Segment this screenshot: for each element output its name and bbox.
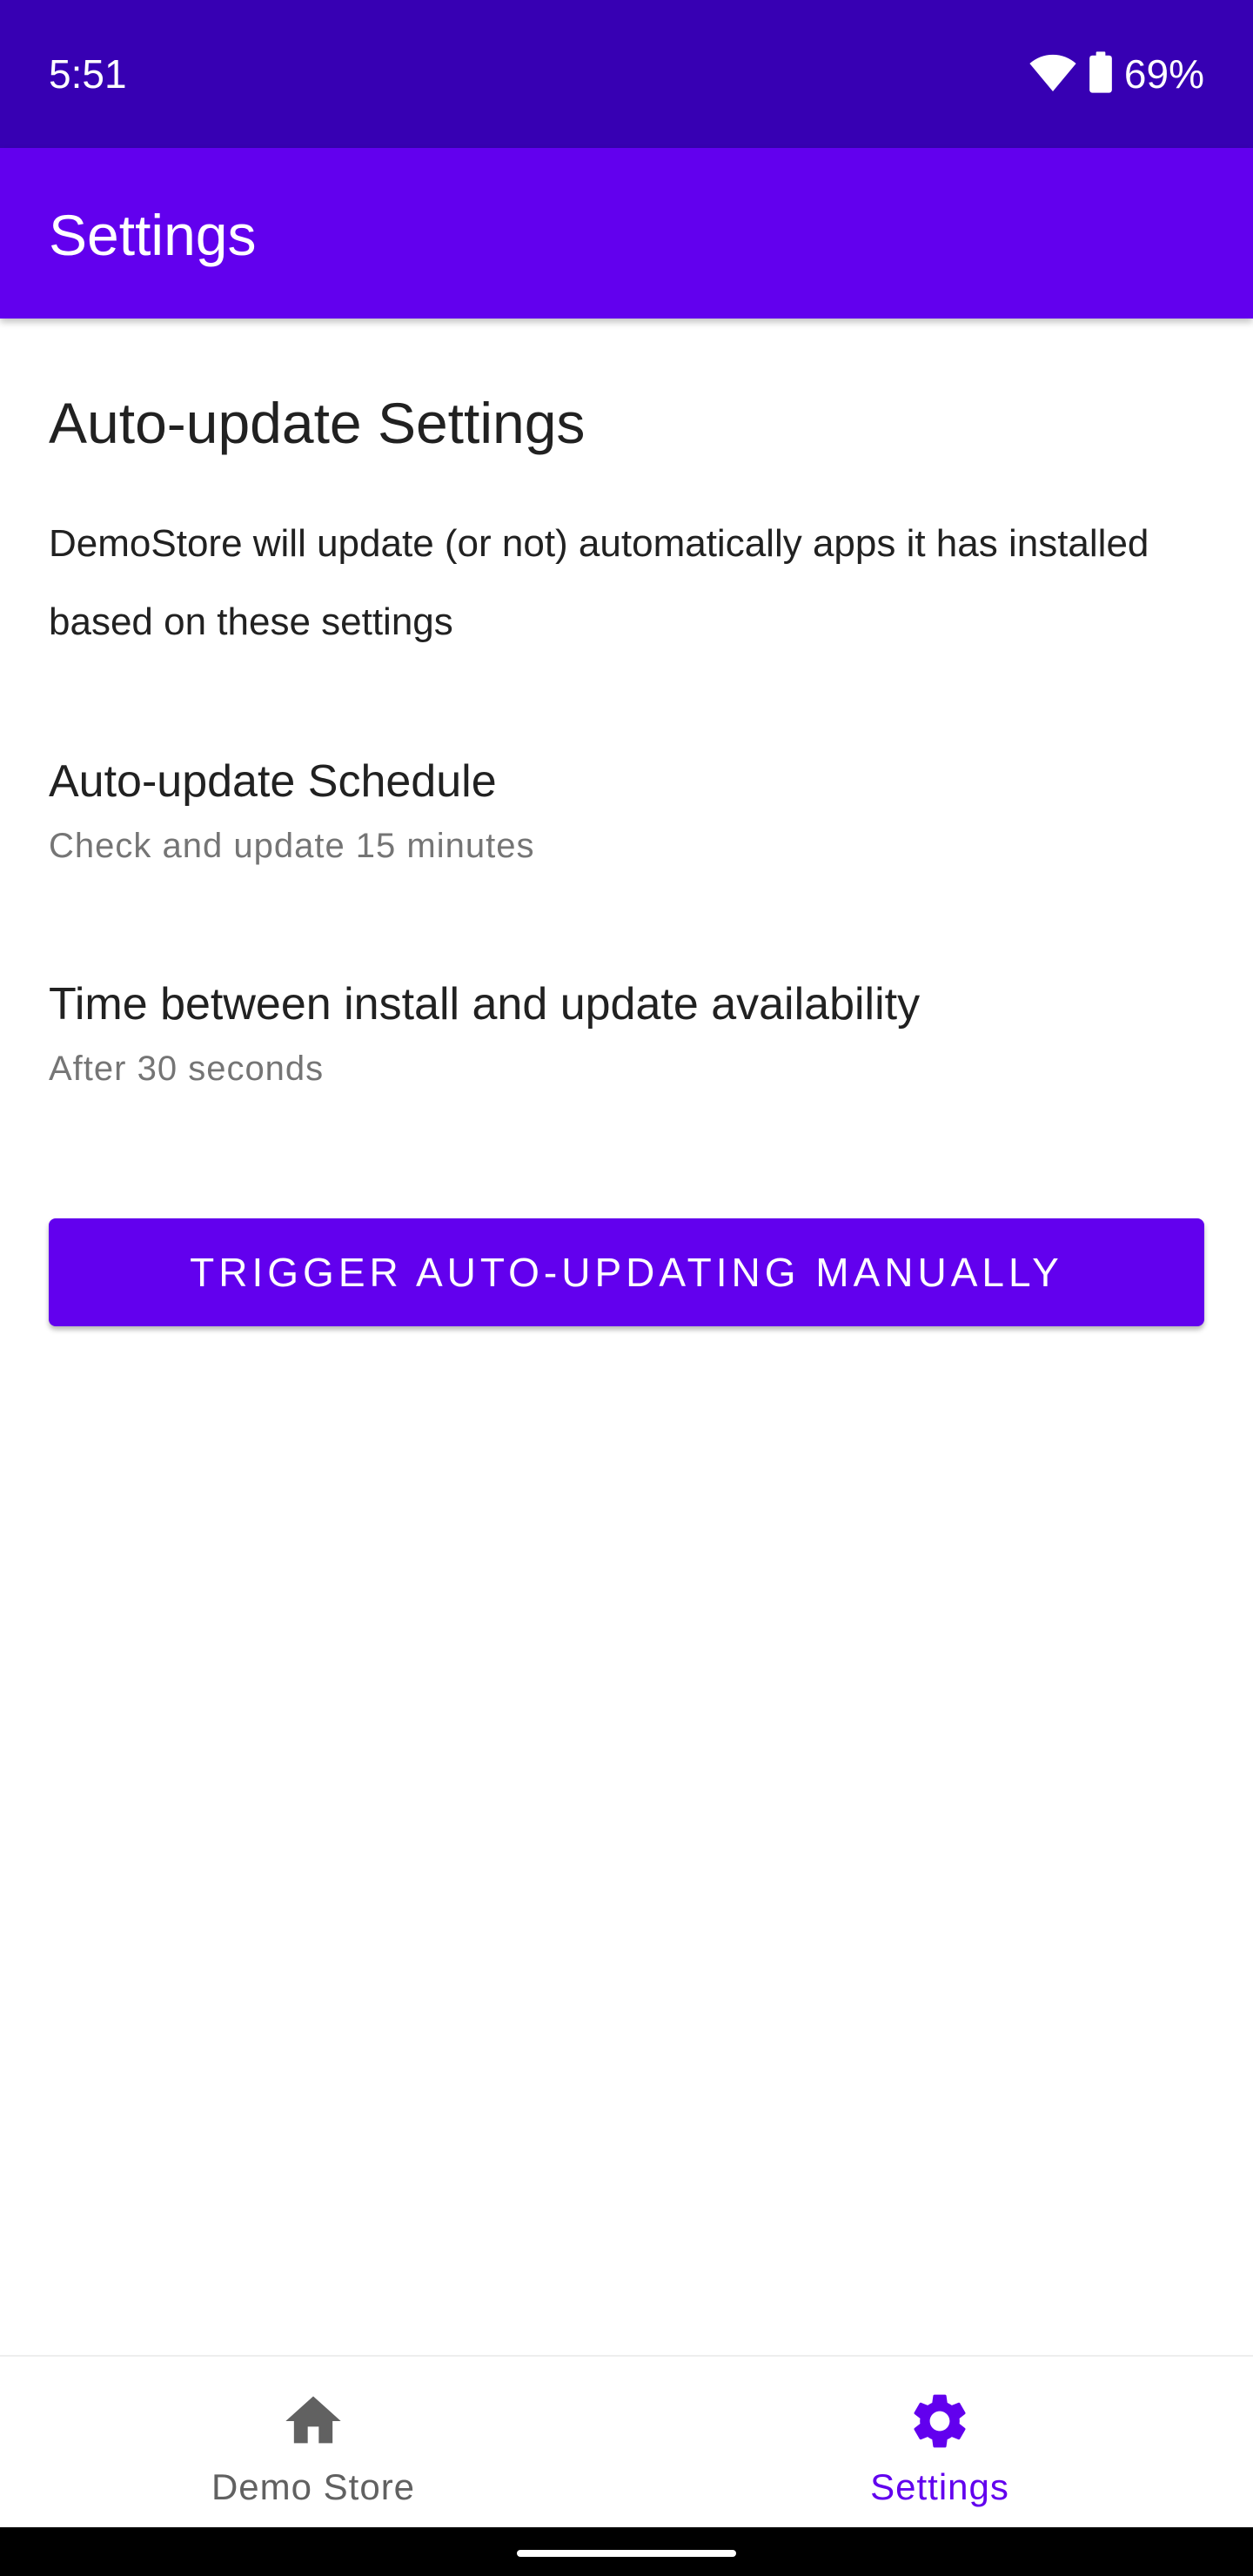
pref-auto-update-schedule[interactable]: Auto-update Schedule Check and update 15… <box>49 754 1204 867</box>
pref-summary: Check and update 15 minutes <box>49 827 535 865</box>
nav-label: Settings <box>870 2466 1009 2507</box>
battery-percent: 69% <box>1123 51 1204 97</box>
wifi-icon <box>1029 53 1077 96</box>
section-description: DemoStore will update (or not) automatic… <box>49 522 1149 643</box>
trigger-auto-update-button[interactable]: TRIGGER AUTO-UPDATING MANUALLY <box>49 1218 1204 1326</box>
pref-title: Time between install and update availabi… <box>49 979 921 1030</box>
nav-item-settings[interactable]: Settings <box>626 2357 1253 2529</box>
pref-update-delay[interactable]: Time between install and update availabi… <box>49 976 1204 1090</box>
section-title: Auto-update Settings <box>49 391 586 455</box>
gesture-handle[interactable] <box>517 2550 736 2557</box>
nav-label: Demo Store <box>211 2466 416 2507</box>
gear-icon <box>907 2388 973 2459</box>
status-bar: 5:51 69% <box>0 0 1253 148</box>
app-bar: Settings <box>0 148 1253 319</box>
nav-item-demo-store[interactable]: Demo Store <box>0 2357 626 2529</box>
pref-title: Auto-update Schedule <box>49 756 497 807</box>
settings-screen: 5:51 69% Settings Auto-update Settings D… <box>0 0 1253 2576</box>
status-icons: 69% <box>1029 49 1204 99</box>
page-title: Settings <box>49 203 257 267</box>
home-icon <box>280 2388 346 2459</box>
system-navigation-bar <box>0 2527 1253 2576</box>
pref-summary: After 30 seconds <box>49 1050 325 1088</box>
bottom-navigation: Demo Store Settings <box>0 2355 1253 2529</box>
status-time: 5:51 <box>49 51 127 97</box>
battery-icon <box>1088 50 1114 97</box>
